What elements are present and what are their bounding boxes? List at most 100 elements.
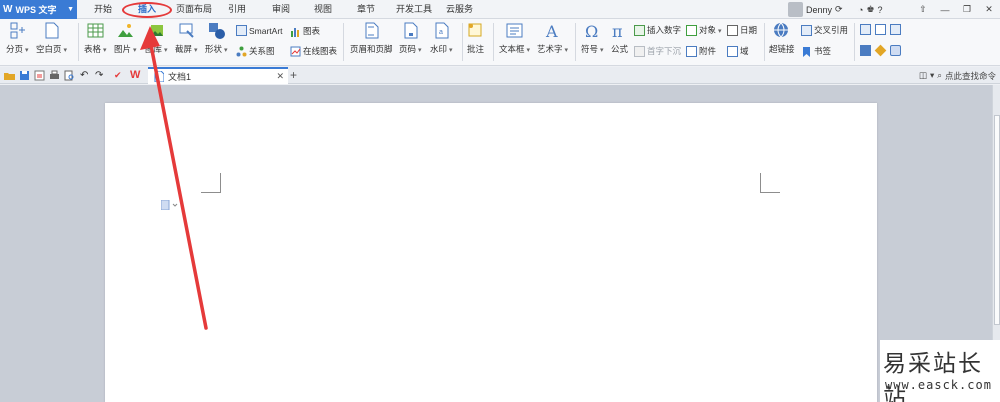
document-tab[interactable]: 文档1 ✕ bbox=[148, 67, 288, 84]
table-icon bbox=[87, 23, 104, 38]
wps-logo-icon: W bbox=[3, 4, 13, 15]
checkbox-control-icon[interactable] bbox=[875, 24, 886, 35]
document-page[interactable] bbox=[105, 103, 877, 402]
screenshot-icon bbox=[179, 23, 194, 38]
cross-reference-icon bbox=[801, 24, 812, 36]
menu-bar: W WPS 文字 ▼ 开始 插入 页面布局 引用 审阅 视图 章节 开发工具 云… bbox=[0, 0, 1000, 19]
list-control-icon[interactable] bbox=[890, 24, 901, 35]
text-control-icon[interactable] bbox=[860, 45, 871, 56]
page-break-icon bbox=[10, 22, 25, 39]
formula-button[interactable]: π 公式 bbox=[611, 22, 628, 55]
tab-section[interactable]: 章节 bbox=[357, 0, 375, 19]
attachment-button[interactable]: 附件 bbox=[686, 45, 716, 57]
relation-chart-icon bbox=[236, 46, 247, 56]
divider bbox=[764, 23, 765, 61]
site-watermark-logo: 易采站长站 www.easck.com bbox=[880, 340, 1000, 402]
restore-tab-icon[interactable]: ⇧ bbox=[912, 0, 934, 19]
tab-page-layout[interactable]: 页面布局 bbox=[176, 0, 212, 19]
save-icon[interactable] bbox=[19, 70, 30, 81]
sync-icon[interactable]: ⟳ bbox=[835, 4, 843, 15]
print-icon[interactable] bbox=[49, 70, 60, 81]
divider bbox=[343, 23, 344, 61]
divider bbox=[575, 23, 576, 61]
smartart-button[interactable]: SmartArt bbox=[236, 25, 283, 36]
symbol-button[interactable]: Ω 符号 bbox=[581, 22, 603, 55]
tab-review[interactable]: 审阅 bbox=[272, 0, 290, 19]
find-command-bar: ◫ ▾ ⌕ 点此查找命令 bbox=[919, 68, 996, 83]
chart-button[interactable]: 图表 bbox=[290, 25, 320, 37]
picture-button[interactable]: 图片 bbox=[114, 22, 136, 55]
hyperlink-button[interactable]: 超链接 bbox=[769, 22, 795, 55]
hyperlink-globe-icon bbox=[774, 22, 789, 38]
open-folder-icon[interactable] bbox=[4, 70, 15, 81]
close-tab-icon[interactable]: ✕ bbox=[276, 71, 284, 82]
tab-developer-tools[interactable]: 开发工具 bbox=[396, 0, 432, 19]
bookmark-button[interactable]: 书签 bbox=[801, 45, 831, 57]
find-command-input[interactable]: 点此查找命令 bbox=[945, 70, 996, 82]
field-button[interactable]: 域 bbox=[727, 45, 749, 57]
form-controls-row-2 bbox=[860, 44, 901, 57]
user-name: Denny bbox=[806, 4, 833, 15]
watermark-chinese-text: 易采站长站 bbox=[883, 351, 983, 402]
skin-icon[interactable]: ◔ bbox=[858, 5, 863, 15]
maximize-button[interactable]: ❐ bbox=[956, 0, 978, 19]
doc-nav-icon[interactable]: ◫ bbox=[919, 70, 927, 81]
pin-icon[interactable]: ✔ bbox=[114, 70, 125, 81]
online-chart-button[interactable]: 在线图表 bbox=[290, 45, 337, 57]
lock-icon[interactable] bbox=[890, 45, 901, 56]
new-tab-button[interactable]: + bbox=[290, 67, 297, 84]
tab-view[interactable]: 视图 bbox=[314, 0, 332, 19]
blank-page-button[interactable]: 空白页 bbox=[36, 22, 67, 55]
table-button[interactable]: 表格 bbox=[84, 22, 106, 55]
object-button[interactable]: 对象 bbox=[686, 24, 721, 36]
close-button[interactable]: ✕ bbox=[978, 0, 1000, 19]
omega-symbol-icon: Ω bbox=[585, 22, 598, 39]
chevron-down-icon[interactable]: ▾ bbox=[930, 70, 934, 81]
watermark-button[interactable]: a 水印 bbox=[430, 22, 452, 55]
tab-cloud-services[interactable]: 云服务 bbox=[446, 0, 473, 19]
document-icon bbox=[154, 71, 164, 82]
drop-cap-button[interactable]: 首字下沉 bbox=[634, 45, 681, 57]
gallery-button[interactable]: 图库 bbox=[145, 22, 167, 55]
redo-icon[interactable]: ↷ bbox=[95, 70, 106, 81]
calendar-icon bbox=[727, 24, 738, 36]
comment-button[interactable]: 批注 bbox=[467, 22, 484, 55]
shapes-button[interactable]: 形状 bbox=[205, 22, 227, 55]
text-box-button[interactable]: 文本框 bbox=[499, 22, 530, 55]
insert-number-button[interactable]: 插入数字 bbox=[634, 24, 681, 36]
object-icon bbox=[686, 24, 697, 36]
picture-icon bbox=[117, 24, 133, 37]
eraser-icon[interactable] bbox=[874, 44, 887, 57]
undo-icon[interactable]: ↶ bbox=[80, 70, 91, 81]
print-preview-icon[interactable] bbox=[64, 70, 75, 81]
minimize-button[interactable]: — bbox=[934, 0, 956, 19]
page-number-button[interactable]: 页码 bbox=[399, 22, 421, 55]
document-tab-bar: ↶ ↷ ✔ W 文档1 ✕ + ◫ ▾ ⌕ 点此查找命令 bbox=[0, 67, 1000, 84]
header-footer-button[interactable]: 页眉和页脚 bbox=[350, 22, 393, 55]
app-menu-button[interactable]: W WPS 文字 ▼ bbox=[0, 0, 77, 19]
blank-page-icon bbox=[45, 22, 59, 39]
paste-options-icon[interactable] bbox=[161, 200, 179, 210]
scrollbar-thumb[interactable] bbox=[994, 115, 1000, 325]
document-workspace bbox=[0, 85, 992, 402]
date-button[interactable]: 日期 bbox=[727, 24, 757, 36]
header-footer-icon bbox=[365, 22, 379, 39]
attachment-icon bbox=[686, 45, 697, 57]
frame-control-icon[interactable] bbox=[860, 24, 871, 35]
cross-reference-button[interactable]: 交叉引用 bbox=[801, 24, 848, 36]
word-art-button[interactable]: A 艺术字 bbox=[537, 22, 568, 55]
page-break-button[interactable]: 分页 bbox=[6, 22, 28, 55]
app-name: WPS 文字 bbox=[15, 5, 57, 15]
wps-w-icon[interactable]: W bbox=[130, 70, 141, 81]
shirt-icon[interactable]: ♚ bbox=[866, 4, 874, 15]
tab-home[interactable]: 开始 bbox=[94, 0, 112, 19]
svg-text:π: π bbox=[612, 22, 623, 39]
relation-chart-button[interactable]: 关系图 bbox=[236, 45, 275, 57]
user-account[interactable]: Denny ⟳ bbox=[788, 0, 843, 19]
gallery-icon bbox=[150, 25, 163, 36]
help-icon[interactable]: ? bbox=[878, 5, 883, 15]
comment-icon bbox=[468, 23, 482, 37]
tab-references[interactable]: 引用 bbox=[228, 0, 246, 19]
export-pdf-icon[interactable] bbox=[34, 70, 45, 81]
screenshot-button[interactable]: 截屏 bbox=[175, 22, 197, 55]
